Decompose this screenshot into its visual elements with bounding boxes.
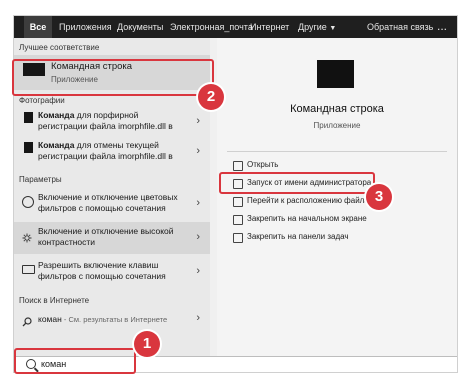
pin-icon — [233, 215, 243, 225]
pin-icon — [233, 233, 243, 243]
details-subtitle: Приложение — [313, 121, 361, 130]
brightness-icon — [22, 230, 32, 243]
tab-documents[interactable]: Документы — [117, 16, 163, 38]
best-match-highlight — [12, 59, 214, 96]
list-item-text: Включение и отключение цветовых фильтров… — [38, 192, 178, 214]
match-rest: для порфирной — [74, 110, 139, 120]
keyboard-icon — [22, 265, 35, 274]
setting-line2: контрастности — [38, 237, 96, 247]
chevron-right-icon[interactable]: › — [196, 312, 200, 324]
action-label: Закрепить на панели задач — [247, 232, 349, 241]
list-item-text: Команда для порфирной регистрации файла … — [38, 110, 173, 132]
search-category-bar: Все Приложения Документы Электронная_поч… — [14, 16, 457, 38]
setting-line1: Включение и отключение высокой — [38, 226, 174, 236]
details-title: Командная строка — [290, 103, 384, 115]
best-match-header: Лучшее соответствие — [19, 43, 100, 52]
list-item[interactable]: Команда для отмены текущей регистрации ф… — [14, 138, 210, 168]
document-icon — [24, 112, 33, 123]
action-label: Открыть — [247, 160, 279, 169]
command-prompt-icon — [317, 60, 354, 88]
match-bold: Команда — [38, 140, 75, 150]
match-bold: Команда — [38, 110, 75, 120]
step-badge-3: 3 — [366, 184, 392, 210]
web-suffix: - См. результаты в Интернете — [61, 315, 168, 324]
chevron-right-icon[interactable]: › — [196, 115, 200, 127]
document-icon — [24, 142, 33, 153]
tab-all[interactable]: Все — [24, 16, 52, 38]
more-options-icon[interactable]: ... — [437, 16, 447, 38]
photos-header: Фотографии — [19, 96, 65, 105]
list-item[interactable]: Включение и отключение цветовых фильтров… — [14, 188, 210, 220]
list-item[interactable]: Разрешить включение клавиш фильтров с по… — [14, 256, 210, 288]
action-label: Перейти к расположению файла — [247, 196, 369, 205]
list-item-text: Разрешить включение клавиш фильтров с по… — [38, 260, 166, 282]
folder-icon — [233, 197, 243, 207]
web-search-item[interactable]: коман - См. результаты в Интернете › — [14, 309, 210, 331]
match-line2: регистрации файла imorphfile.dll в — [38, 121, 173, 131]
details-pane: Командная строка Приложение Открыть Запу… — [217, 38, 457, 356]
open-icon — [233, 161, 243, 171]
tab-more-label: Другие — [298, 22, 327, 32]
setting-line1: Включение и отключение цветовых — [38, 192, 178, 202]
web-query: коман — [38, 314, 62, 324]
tab-email[interactable]: Электронная_почта — [170, 16, 253, 38]
step-badge-2: 2 — [198, 84, 224, 110]
match-rest: для отмены текущей — [74, 140, 159, 150]
setting-line2: фильтров с помощью сочетания — [38, 203, 166, 213]
divider — [227, 151, 447, 152]
feedback-link[interactable]: Обратная связь — [367, 16, 433, 38]
list-item[interactable]: Включение и отключение высокой контрастн… — [14, 222, 210, 254]
match-line2: регистрации файла imorphfile.dll в — [38, 151, 173, 161]
setting-line1: Разрешить включение клавиш — [38, 260, 159, 270]
settings-header: Параметры — [19, 175, 62, 184]
list-item-text: Включение и отключение высокой контрастн… — [38, 226, 174, 248]
step-badge-1: 1 — [134, 331, 160, 357]
color-filter-icon — [22, 196, 34, 208]
tab-more[interactable]: Другие ▼ — [298, 16, 336, 38]
search-box-highlight — [14, 348, 136, 374]
setting-line2: фильтров с помощью сочетания — [38, 271, 166, 281]
chevron-right-icon[interactable]: › — [196, 145, 200, 157]
tab-internet[interactable]: Интернет — [250, 16, 289, 38]
action-label: Закрепить на начальном экране — [247, 214, 367, 223]
web-search-header: Поиск в Интернете — [19, 296, 90, 305]
chevron-down-icon: ▼ — [329, 25, 337, 32]
list-item-text: Команда для отмены текущей регистрации ф… — [38, 140, 173, 162]
chevron-right-icon[interactable]: › — [196, 231, 200, 243]
search-icon — [22, 314, 32, 327]
list-item[interactable]: Команда для порфирной регистрации файла … — [14, 108, 210, 138]
web-search-text: коман - См. результаты в Интернете — [38, 314, 167, 325]
chevron-right-icon[interactable]: › — [196, 265, 200, 277]
run-as-admin-highlight — [219, 172, 375, 194]
tab-apps[interactable]: Приложения — [59, 16, 112, 38]
chevron-right-icon[interactable]: › — [196, 197, 200, 209]
